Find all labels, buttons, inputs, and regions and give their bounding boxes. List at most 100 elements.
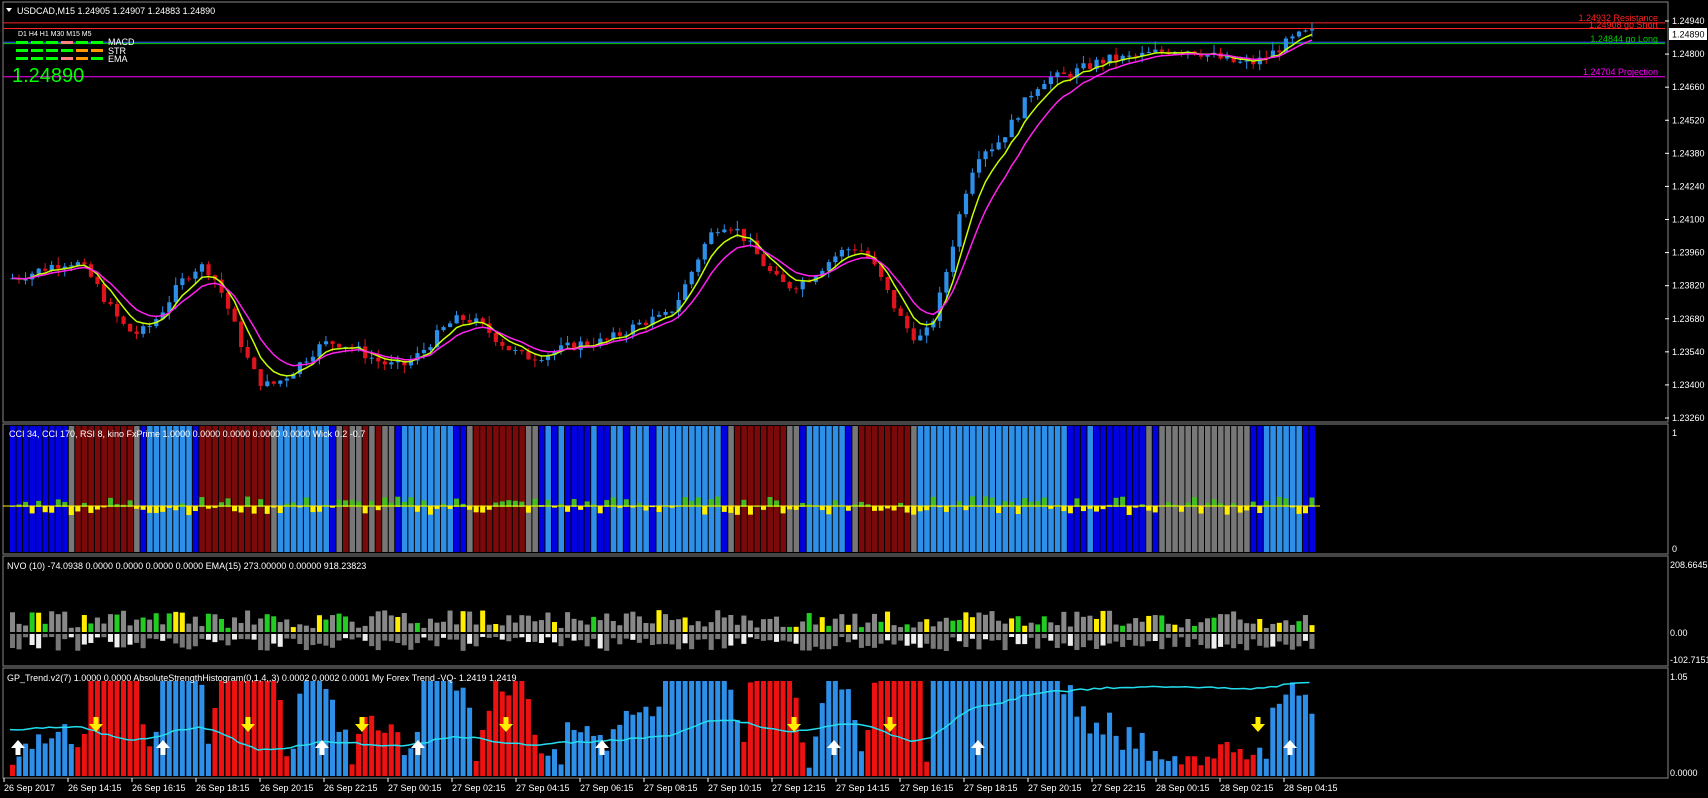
trend-bar bbox=[1035, 681, 1041, 776]
nvo-bar bbox=[121, 610, 127, 632]
nvo-bar bbox=[591, 616, 597, 632]
cci-block bbox=[199, 426, 205, 552]
nvo-bar bbox=[904, 624, 910, 632]
cci-bar bbox=[871, 506, 877, 511]
trend-bar bbox=[447, 681, 453, 776]
cci-bar bbox=[982, 496, 988, 507]
nvo-bar-neg bbox=[23, 634, 29, 638]
nvo-bar-neg bbox=[1276, 634, 1282, 642]
candle-body bbox=[918, 335, 923, 341]
cci-block bbox=[1126, 426, 1133, 552]
nvo-bar bbox=[1198, 622, 1204, 632]
cci-bar bbox=[1296, 506, 1302, 514]
cci-bar bbox=[1080, 506, 1086, 512]
nvo-bar-neg bbox=[996, 634, 1002, 641]
cci-block bbox=[36, 426, 42, 552]
nvo-bar-neg bbox=[199, 634, 205, 639]
nvo-bar bbox=[858, 627, 864, 632]
cci-block bbox=[1022, 426, 1028, 552]
cci-bar bbox=[558, 503, 564, 507]
nvo-bar-neg bbox=[1283, 634, 1289, 645]
nvo-bar bbox=[114, 614, 120, 632]
chevron-down-icon[interactable] bbox=[6, 8, 12, 12]
cci-block bbox=[1015, 426, 1022, 552]
trend-bar bbox=[839, 689, 845, 776]
nvo-bar-neg bbox=[29, 634, 35, 646]
nvo-bar-neg bbox=[1146, 634, 1152, 642]
cci-block bbox=[29, 426, 36, 552]
nvo-bar-neg bbox=[1237, 634, 1243, 645]
nvo-bar-neg bbox=[264, 634, 270, 651]
cci-block bbox=[1309, 426, 1315, 552]
trend-histogram bbox=[9, 681, 1315, 776]
candle-body bbox=[728, 229, 733, 231]
cci-bar bbox=[878, 506, 884, 511]
time-axis-label: 26 Sep 20:15 bbox=[260, 783, 314, 793]
cci-block bbox=[232, 426, 238, 552]
cci-bar bbox=[826, 506, 832, 515]
candle-body bbox=[265, 381, 270, 387]
trend-bar bbox=[460, 687, 466, 776]
nvo-bar-neg bbox=[414, 634, 420, 644]
nvo-bar-neg bbox=[382, 634, 388, 641]
nvo-bar-neg bbox=[356, 634, 362, 638]
cci-block bbox=[1224, 426, 1231, 552]
cci-block bbox=[1276, 426, 1283, 552]
nvo-bar-neg bbox=[989, 634, 995, 641]
nvo-bar-neg bbox=[826, 634, 832, 650]
nvo-bar bbox=[1165, 623, 1171, 632]
time-axis: 26 Sep 2017 26 Sep 14:15 26 Sep 16:15 26 Se… bbox=[3, 778, 1338, 793]
nvo-bar-neg bbox=[121, 634, 127, 648]
trend-bar bbox=[656, 706, 662, 776]
nvo-bar-neg bbox=[898, 634, 904, 641]
candle-body bbox=[389, 362, 394, 365]
nvo-bar-neg bbox=[297, 634, 303, 644]
timeframe-dash bbox=[61, 57, 73, 60]
candle-body bbox=[963, 193, 969, 215]
candles bbox=[10, 22, 1315, 391]
timeframe-dash bbox=[31, 57, 43, 60]
price-axis-label: 1.24520 bbox=[1672, 115, 1705, 125]
candle-body bbox=[69, 265, 74, 267]
trend-bar bbox=[29, 748, 35, 776]
candle-body bbox=[441, 327, 446, 331]
nvo-bar bbox=[676, 619, 682, 632]
nvo-bar bbox=[408, 623, 414, 632]
candle-body bbox=[643, 322, 649, 326]
trend-bar bbox=[728, 689, 734, 776]
trend-bar bbox=[525, 699, 531, 776]
candle-body bbox=[800, 281, 805, 290]
trend-bar bbox=[1211, 758, 1217, 776]
cci-block bbox=[1270, 426, 1276, 552]
cci-bar bbox=[467, 506, 473, 510]
candle-body bbox=[1296, 31, 1302, 37]
nvo-bar bbox=[1015, 616, 1021, 632]
nvo-bar bbox=[996, 620, 1002, 632]
cci-block bbox=[140, 426, 147, 552]
cci-block bbox=[937, 426, 943, 552]
nvo-bar bbox=[787, 626, 793, 632]
big-price: 1.24890 bbox=[12, 65, 84, 87]
nvo-bar bbox=[885, 611, 891, 632]
nvo-bar-neg bbox=[127, 634, 133, 645]
nvo-bar-neg bbox=[571, 634, 577, 641]
nvo-bar bbox=[493, 623, 499, 632]
cci-bar bbox=[1237, 506, 1243, 513]
nvo-bar-neg bbox=[512, 634, 518, 638]
nvo-bar-neg bbox=[649, 634, 655, 645]
nvo-bar bbox=[199, 626, 205, 632]
cci-block bbox=[205, 426, 212, 552]
nvo-bar bbox=[604, 613, 610, 632]
trend-bar bbox=[1120, 749, 1126, 776]
trend-bar bbox=[826, 681, 832, 776]
cci-block bbox=[656, 426, 662, 552]
cci-block bbox=[81, 426, 88, 552]
cci-block bbox=[166, 426, 173, 552]
candle-body bbox=[382, 361, 387, 365]
timeframe-dash bbox=[16, 57, 28, 60]
cci-block bbox=[663, 426, 669, 552]
cci-block bbox=[969, 426, 976, 552]
cci-bar bbox=[160, 506, 166, 512]
time-axis-label: 27 Sep 02:15 bbox=[452, 783, 506, 793]
trend-bar bbox=[375, 730, 381, 776]
